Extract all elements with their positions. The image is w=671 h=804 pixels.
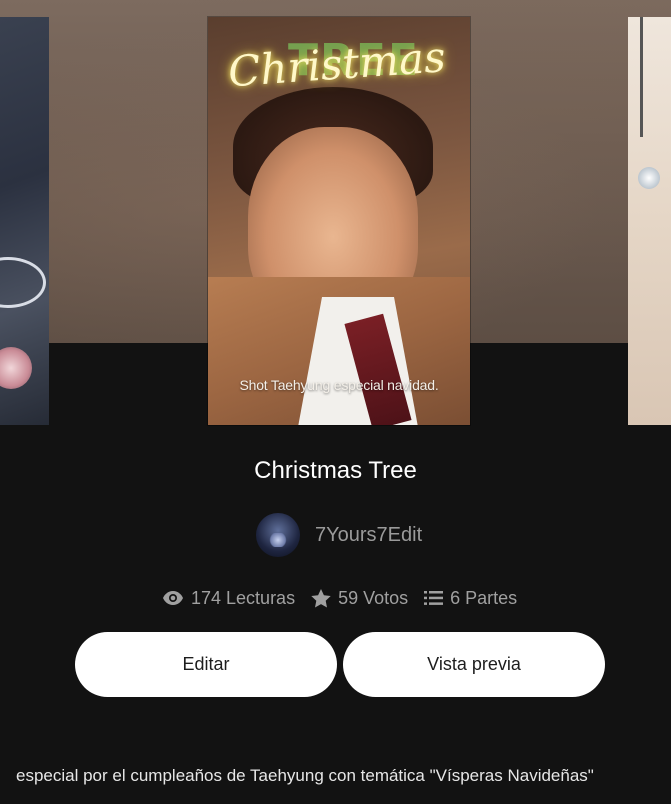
- reads-stat: 174 Lecturas: [162, 588, 295, 609]
- avatar[interactable]: [256, 513, 300, 557]
- cover-art-decoration: [640, 17, 643, 137]
- eye-icon: [163, 591, 183, 605]
- cover-title-art: Christmas: [226, 32, 448, 97]
- cover-art-decoration: [0, 257, 46, 308]
- votes-stat: 59 Votos: [311, 588, 408, 609]
- cover-caption: Shot Taehyung especial navidad.: [239, 377, 439, 393]
- author-name[interactable]: 7Yours7Edit: [315, 524, 422, 547]
- star-icon: [311, 588, 331, 607]
- story-title: Christmas Tree: [254, 457, 417, 484]
- edit-button[interactable]: Editar: [75, 632, 337, 697]
- cover-current[interactable]: TREE Christmas Shot Taehyung especial na…: [208, 17, 470, 425]
- list-icon: [424, 591, 444, 605]
- cover-art-decoration: [0, 347, 32, 389]
- cover-next[interactable]: [628, 17, 671, 425]
- story-stats: 174 Lecturas 59 Votos 6 Partes: [162, 585, 517, 611]
- parts-count: 6 Partes: [450, 587, 518, 608]
- story-description: especial por el cumpleaños de Taehyung c…: [16, 766, 594, 785]
- parts-stat: 6 Partes: [424, 588, 517, 609]
- reads-count: 174 Lecturas: [191, 587, 296, 608]
- votes-count: 59 Votos: [338, 587, 409, 608]
- cover-art-decoration: [638, 167, 660, 189]
- author-link[interactable]: 7Yours7Edit: [256, 513, 422, 557]
- preview-button[interactable]: Vista previa: [343, 632, 605, 697]
- cover-previous[interactable]: [0, 17, 49, 425]
